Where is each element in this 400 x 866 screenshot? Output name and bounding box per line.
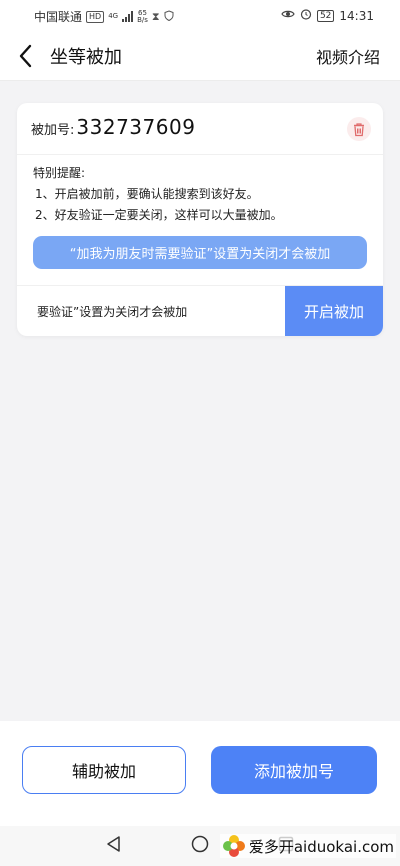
- nav-bar: 坐等被加 视频介绍: [0, 32, 400, 81]
- id-value: 332737609: [76, 115, 196, 139]
- delete-button[interactable]: [347, 117, 371, 141]
- status-bar: 中国联通 HD 4G 65 B/s ⧗ 52 14:31: [0, 0, 400, 32]
- add-account-button[interactable]: 添加被加号: [211, 746, 377, 794]
- status-left: 中国联通 HD 4G 65 B/s ⧗: [34, 8, 174, 25]
- notice-block: 特别提醒: 1、开启被加前，要确认能搜索到该好友。 2、好友验证一定要关闭，这样…: [33, 163, 283, 226]
- watermark-text: 爱多开aiduokai.com: [248, 837, 394, 856]
- alarm-icon: [300, 8, 312, 23]
- id-label: 被加号:: [31, 123, 75, 138]
- page-title: 坐等被加: [50, 47, 122, 68]
- divider: [17, 154, 383, 155]
- back-arrow-icon[interactable]: [14, 42, 38, 70]
- video-intro-link[interactable]: 视频介绍: [316, 44, 380, 68]
- notice-item: 1、开启被加前，要确认能搜索到该好友。: [35, 187, 259, 201]
- flower-logo-icon: [222, 835, 245, 857]
- watermark: 爱多开aiduokai.com: [219, 834, 396, 858]
- status-right: 52 14:31: [281, 8, 374, 23]
- shield-icon: [164, 9, 174, 24]
- system-back-icon[interactable]: [104, 834, 124, 858]
- battery-indicator: 52: [316, 9, 335, 22]
- assist-add-button[interactable]: 辅助被加: [22, 746, 186, 794]
- signal-icon: [122, 11, 134, 22]
- system-home-icon[interactable]: [190, 834, 210, 858]
- verification-tip-banner: “加我为朋友时需要验证”设置为关闭才会被加: [33, 236, 367, 269]
- eye-icon: [281, 9, 295, 22]
- speed-unit: B/s: [137, 15, 148, 24]
- hourglass-icon: ⧗: [151, 9, 160, 23]
- scrolling-tip-text: 要验证”设置为关闭才会被加: [37, 305, 188, 319]
- carrier-name: 中国联通: [34, 10, 83, 24]
- id-row: 被加号: 332737609: [31, 115, 195, 139]
- clock-time: 14:31: [339, 8, 374, 23]
- bottom-action-bar: 辅助被加 添加被加号: [0, 721, 400, 826]
- hd-badge: HD: [86, 10, 105, 23]
- start-being-added-button[interactable]: 开启被加: [285, 286, 383, 336]
- net-type: 4G: [108, 12, 119, 20]
- network-speed: 65 B/s: [137, 9, 148, 24]
- trash-icon: [354, 122, 364, 136]
- notice-item: 2、好友验证一定要关闭，这样可以大量被加。: [35, 208, 283, 222]
- notice-title: 特别提醒:: [33, 166, 86, 180]
- account-card: 被加号: 332737609 特别提醒: 1、开启被加前，要确认能搜索到该好友。…: [17, 103, 383, 336]
